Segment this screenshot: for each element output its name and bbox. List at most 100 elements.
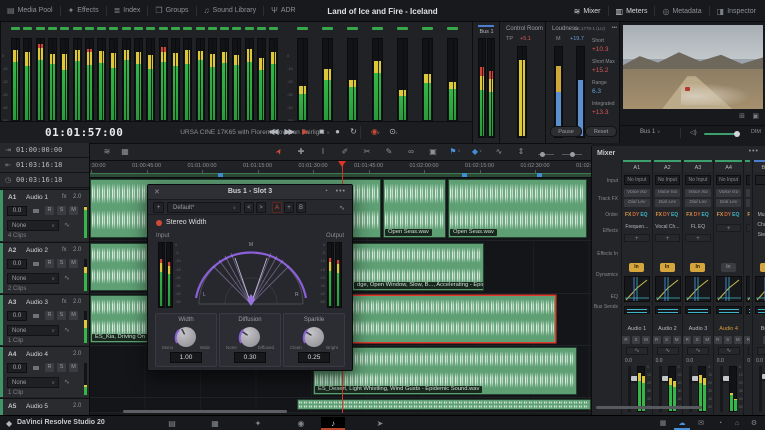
automation-curve-icon[interactable]: ∿: [64, 326, 70, 334]
preset-next-button[interactable]: >: [256, 202, 266, 213]
track-header-A5[interactable]: A5Audio 52.00.0RSM: [0, 398, 90, 415]
mixer-m-button[interactable]: M: [703, 336, 711, 344]
speaker-icon[interactable]: ◁): [690, 129, 697, 136]
settings-icon[interactable]: ⚙: [746, 417, 762, 430]
audio-clip[interactable]: Open Seas.wav: [383, 179, 446, 238]
track-gain-value[interactable]: 0.0: [7, 311, 27, 321]
mixer-input-select[interactable]: [755, 175, 765, 185]
monitor-bus-select[interactable]: Bus 1 ∨: [640, 129, 660, 135]
collaboration-icon[interactable]: ◔: [712, 417, 728, 430]
mixer-eq-thumbnail[interactable]: [655, 306, 681, 314]
mixer-trackfx-chip[interactable]: Dial Lev: [624, 199, 650, 207]
plugin-automation-icon[interactable]: ∿: [339, 204, 345, 212]
range-tool-icon[interactable]: I: [316, 147, 330, 156]
automation-curve-icon[interactable]: ∿: [64, 221, 70, 229]
loudness-menu[interactable]: •••: [612, 25, 617, 31]
mixer-effect-name[interactable]: Vocal Ch...: [655, 224, 681, 230]
audio-clip[interactable]: Open Seas.wav: [448, 179, 587, 238]
mixer-effects-in-button[interactable]: In: [660, 263, 675, 272]
preset-prev-button[interactable]: <: [244, 202, 254, 213]
mixer-trackfx-chip[interactable]: Dial Lev: [655, 199, 681, 207]
lock-icon[interactable]: [33, 314, 39, 318]
panel-toggle-index[interactable]: ≣Index: [107, 0, 148, 22]
mixer-trackfx-chip[interactable]: Voice Iso: [746, 189, 750, 197]
preset-add-button[interactable]: +: [153, 202, 164, 213]
selection-tool-icon[interactable]: ➤: [272, 143, 287, 160]
mixer-pan-control[interactable]: ∿: [757, 347, 765, 355]
track-s-button[interactable]: S: [57, 311, 66, 320]
record-button[interactable]: ●: [329, 127, 344, 136]
track-r-button[interactable]: R: [45, 206, 54, 215]
zoom-slider-h[interactable]: [538, 154, 554, 155]
timeline-h-scrollbar[interactable]: [123, 410, 287, 413]
mixer-m-button[interactable]: M: [642, 336, 650, 344]
mixer-add-effect-button[interactable]: +: [746, 224, 750, 232]
mixer-input-select[interactable]: No Input: [624, 175, 650, 185]
panel-toggle-effects[interactable]: ✦Effects: [61, 0, 106, 22]
track-preset-dropdown[interactable]: None∨: [7, 377, 59, 388]
automation-curve-icon[interactable]: ∿: [64, 274, 70, 282]
mixer-input-select[interactable]: No Input: [716, 175, 742, 185]
mixer-r-button[interactable]: R: [744, 336, 750, 344]
panel-toggle-meters[interactable]: ▥Meters: [609, 0, 655, 22]
mixer-add-effect-button[interactable]: +: [655, 234, 681, 242]
mixer-dynamics-graph[interactable]: [755, 276, 765, 302]
mixer-dynamics-graph[interactable]: [655, 276, 681, 302]
mixer-dynamics-graph[interactable]: [716, 276, 742, 302]
mixer-order-indicator[interactable]: FXDYEQ: [653, 212, 683, 218]
mixer-dynamics-graph[interactable]: [746, 276, 750, 302]
resize-viewer-icon[interactable]: ⊞: [739, 112, 745, 120]
track-header-A3[interactable]: A3Audio 3fx2.00.0RSMNone∨∿1 Clip: [0, 294, 90, 345]
page-button-media[interactable]: ▤: [160, 417, 184, 430]
mixer-strip-A4[interactable]: A4No InputVoice IsoDial LevFXDYEQ+InAudi…: [713, 160, 744, 415]
waveform-zoom-icon[interactable]: ∿: [492, 147, 506, 156]
ab-copy-button[interactable]: +: [284, 202, 294, 213]
mixer-add-effect-button[interactable]: +: [716, 224, 742, 232]
mixer-effect-name[interactable]: FL EQ: [685, 224, 711, 230]
automation-curve-icon[interactable]: ∿: [64, 378, 70, 386]
playhead-handle[interactable]: [338, 161, 346, 167]
pen-tool-icon[interactable]: ✐: [338, 147, 352, 156]
track-r-button[interactable]: R: [45, 363, 54, 372]
mixer-effect-name[interactable]: Multiba...: [755, 212, 765, 218]
mixer-input-select[interactable]: No Input: [655, 175, 681, 185]
track-preset-dropdown[interactable]: None∨: [7, 325, 59, 336]
track-m-button[interactable]: M: [69, 311, 78, 320]
trim-tool-icon[interactable]: ✚: [294, 147, 308, 156]
knob-dial[interactable]: [240, 327, 260, 347]
plugin-bypass-icon[interactable]: ◔: [324, 188, 328, 195]
mixer-fader[interactable]: [759, 366, 762, 412]
track-gain-value[interactable]: 0.0: [7, 259, 27, 269]
mixer-pan-control[interactable]: ∿: [687, 347, 709, 355]
dim-button[interactable]: DIM: [751, 129, 761, 135]
track-preset-dropdown[interactable]: None∨: [7, 220, 59, 231]
pause-button[interactable]: Pause: [550, 126, 582, 137]
mixer-pan-control[interactable]: ∿: [626, 347, 648, 355]
lock-icon[interactable]: [33, 262, 39, 266]
monitor-volume-slider[interactable]: [704, 133, 738, 135]
preset-dropdown[interactable]: Default*∨: [167, 202, 241, 213]
marker-tool-icon[interactable]: ◆ ∨: [470, 147, 484, 156]
mixer-eq-thumbnail[interactable]: [624, 306, 650, 314]
snapshot-tool-icon[interactable]: ▣: [426, 147, 440, 156]
mixer-strip-Bus1[interactable]: Bus1Multiba...Chain FXStereo ...InBus 1M…: [752, 160, 765, 415]
play-button[interactable]: ▶: [297, 127, 312, 136]
track-gain-value[interactable]: 0.0: [7, 363, 27, 373]
mixer-effects-in-button[interactable]: In: [629, 263, 644, 272]
mixer-add-effect-button[interactable]: +: [624, 234, 650, 242]
mixer-trackfx-chip[interactable]: Voice Iso: [624, 189, 650, 197]
knob-dial[interactable]: [304, 327, 324, 347]
ab-compare-a[interactable]: A: [272, 202, 282, 213]
page-button-fairlight[interactable]: ♪: [321, 417, 345, 430]
panel-toggle-media-pool[interactable]: ▤Media Pool: [0, 0, 60, 22]
track-header-A4[interactable]: A4Audio 42.00.0RSMNone∨∿1 Clip: [0, 346, 90, 397]
zoom-slider-v[interactable]: [562, 154, 582, 155]
knob-value[interactable]: 1.00: [170, 352, 202, 363]
mixer-order-indicator[interactable]: FXDYEQ: [622, 212, 652, 218]
page-button-color[interactable]: ◉: [289, 417, 313, 430]
mixer-trackfx-chip[interactable]: Dial Lev: [685, 199, 711, 207]
page-button-edit[interactable]: ▦: [203, 417, 227, 430]
audio-clip-selected[interactable]: [344, 295, 556, 343]
mixer-effects-in-button[interactable]: In: [760, 263, 765, 272]
vertical-zoom-icon[interactable]: ⇕: [514, 147, 528, 156]
